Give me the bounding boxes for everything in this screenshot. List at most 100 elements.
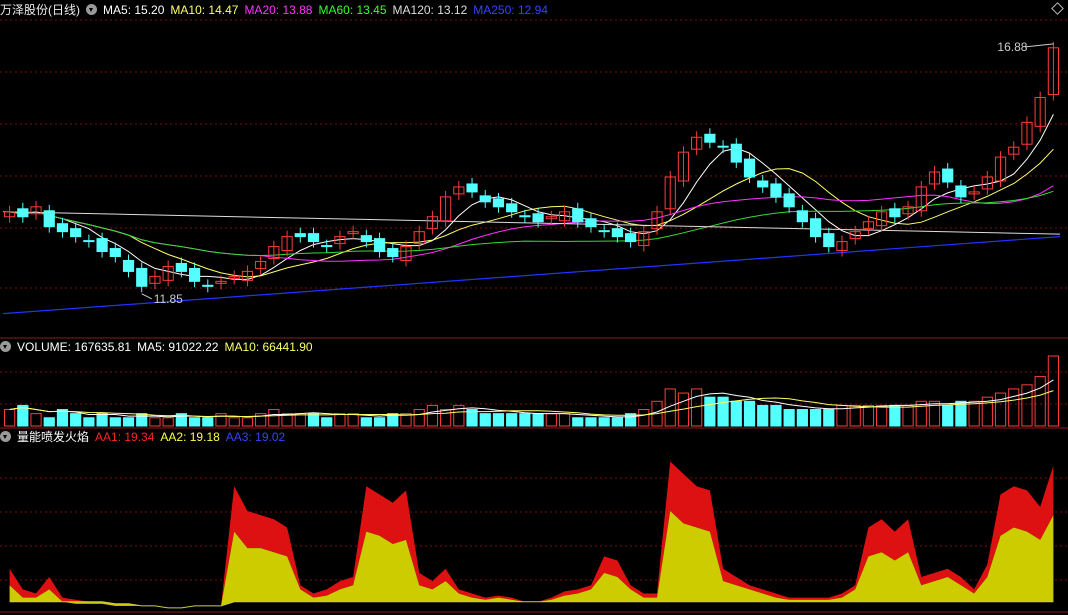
period-label[interactable]: (日线) bbox=[48, 3, 80, 17]
candle-body bbox=[294, 233, 306, 238]
candle-body bbox=[202, 284, 214, 287]
stock-name[interactable]: 万泽股份 bbox=[0, 3, 48, 17]
volume-bar bbox=[902, 404, 914, 427]
volume-bar bbox=[532, 413, 544, 427]
candle-body bbox=[136, 267, 148, 287]
stock-chart-window: 16.88 11.85 万泽股份(日线) MA5: 15.20 MA10: 14.47… bbox=[0, 0, 1068, 615]
candle-body bbox=[43, 210, 55, 228]
candle-body bbox=[321, 245, 333, 248]
candle-body bbox=[175, 262, 187, 272]
ma20-readout: MA20: 13.88 bbox=[244, 3, 313, 17]
volume-bar bbox=[585, 417, 597, 427]
volume-bar bbox=[638, 409, 650, 427]
volume-bar bbox=[268, 409, 280, 427]
candle-body bbox=[83, 240, 95, 243]
candle-body bbox=[466, 183, 478, 193]
volume-bar bbox=[955, 400, 967, 427]
volume-bar bbox=[545, 413, 557, 427]
aa1-readout: AA1: 19.34 bbox=[95, 430, 155, 444]
candle-body bbox=[942, 168, 954, 183]
volume-bar bbox=[770, 404, 782, 427]
volume-bar bbox=[202, 417, 214, 427]
volume-bar bbox=[598, 417, 610, 427]
candle-body bbox=[611, 228, 623, 238]
volume-bar bbox=[1034, 376, 1046, 427]
candle-body bbox=[809, 218, 822, 238]
volume-bar bbox=[572, 417, 584, 427]
volume-bar bbox=[889, 404, 901, 427]
volume-bar bbox=[968, 400, 980, 427]
candle-body bbox=[56, 223, 69, 233]
volume-bar bbox=[56, 409, 69, 427]
volume-bar bbox=[994, 392, 1007, 427]
volume-bar bbox=[876, 404, 888, 427]
volume-bar bbox=[241, 417, 254, 427]
candle-body bbox=[757, 180, 769, 188]
candle-body bbox=[770, 183, 782, 198]
volume-bar bbox=[162, 417, 174, 427]
candle-body bbox=[730, 143, 742, 163]
volume-bar bbox=[373, 417, 386, 427]
volume-bar bbox=[70, 413, 82, 427]
candle-body bbox=[519, 215, 531, 218]
candle-body bbox=[479, 195, 491, 203]
volume-bar bbox=[743, 400, 756, 427]
volume-ma10-readout: MA10: 66441.90 bbox=[224, 340, 313, 354]
candle-body bbox=[492, 198, 505, 208]
low-pointer-line bbox=[141, 293, 152, 300]
volume-bar bbox=[1008, 388, 1020, 427]
indicator-name: 量能喷发火焰 bbox=[17, 430, 90, 444]
candle-body bbox=[109, 248, 121, 258]
ma120-line bbox=[2, 211, 1061, 235]
candle-body bbox=[188, 267, 201, 282]
candle-body bbox=[506, 203, 518, 213]
volume-bar bbox=[307, 413, 320, 427]
high-price-label: 16.88 bbox=[997, 40, 1027, 54]
candle-body bbox=[796, 210, 808, 223]
volume-bar bbox=[4, 409, 16, 427]
aa2-flame-area bbox=[9, 511, 1054, 608]
volume-bar bbox=[796, 409, 808, 427]
volume-bar bbox=[783, 409, 795, 427]
candle-body bbox=[717, 145, 729, 148]
volume-ma5-readout: MA5: 91022.22 bbox=[137, 340, 219, 354]
candle-body bbox=[96, 238, 108, 253]
aa2-readout: AA2: 19.18 bbox=[160, 430, 220, 444]
volume-bar bbox=[136, 413, 148, 427]
candle-body bbox=[823, 233, 835, 248]
volume-bar bbox=[109, 417, 121, 427]
volume-bar bbox=[942, 404, 954, 427]
volume-bar bbox=[228, 417, 240, 427]
aa3-baseline bbox=[9, 601, 1054, 609]
volume-bar bbox=[717, 396, 729, 427]
volume-bar bbox=[347, 413, 359, 427]
volume-bar bbox=[188, 417, 201, 427]
candle-body bbox=[572, 208, 584, 223]
aa3-readout: AA3: 19.02 bbox=[225, 430, 286, 444]
volume-bar bbox=[809, 409, 822, 427]
volume-menu-icon[interactable] bbox=[0, 341, 11, 352]
candle-body bbox=[624, 233, 637, 243]
volume-bar bbox=[30, 413, 42, 427]
volume-bar bbox=[426, 404, 439, 427]
price-header: 万泽股份(日线) MA5: 15.20 MA10: 14.47 MA20: 13.88… bbox=[0, 2, 554, 18]
volume-bar bbox=[334, 413, 346, 427]
candle-body bbox=[783, 193, 795, 208]
ma5-line bbox=[9, 114, 1054, 280]
volume-bar bbox=[83, 417, 95, 427]
volume-bar bbox=[506, 413, 518, 427]
indicator-menu-icon[interactable] bbox=[86, 4, 98, 15]
low-price-label: 11.85 bbox=[154, 292, 183, 306]
candle-body bbox=[387, 248, 399, 258]
volume-bar bbox=[122, 417, 135, 427]
volume-bar bbox=[704, 396, 716, 427]
ma10-readout: MA10: 14.47 bbox=[170, 3, 239, 17]
candle-body bbox=[360, 235, 372, 243]
indicator-menu-icon-2[interactable] bbox=[0, 431, 11, 442]
volume-bar bbox=[558, 413, 571, 427]
volume-bar bbox=[757, 404, 769, 427]
candle-body bbox=[532, 213, 544, 223]
candle-body bbox=[743, 158, 756, 178]
volume-readout: VOLUME: 167635.81 bbox=[17, 340, 132, 354]
volume-bar bbox=[96, 413, 108, 427]
